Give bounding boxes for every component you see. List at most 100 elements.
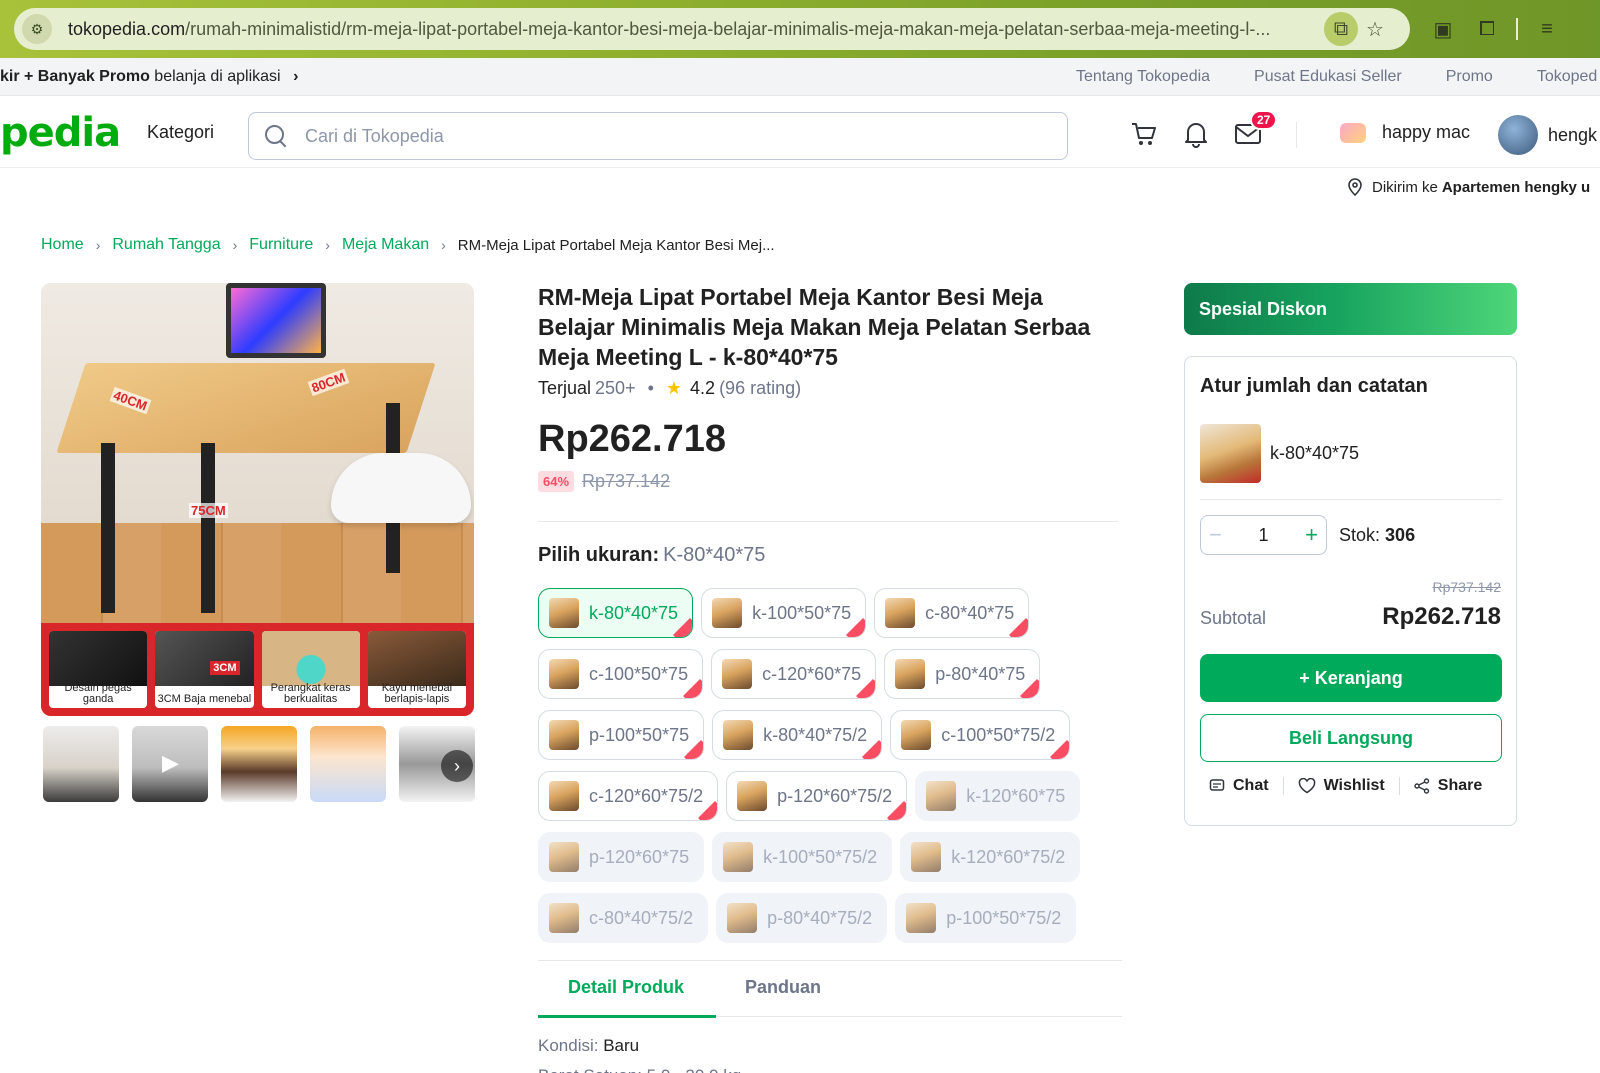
variant-label: p-100*50*75 [589,724,690,745]
address-bar[interactable]: ⚙ tokopedia.com/rumah-minimalistid/rm-me… [14,8,1410,50]
variant-picker-label: Pilih ukuran: K-80*40*75 [538,544,765,567]
puzzle-extensions-icon[interactable]: ⧠ [1472,18,1502,41]
cart-icon[interactable] [1128,118,1160,150]
breadcrumb-meja-makan[interactable]: Meja Makan [342,236,429,254]
browser-toolbar: ⚙ tokopedia.com/rumah-minimalistid/rm-me… [0,0,1600,58]
rating-count[interactable]: (96 rating) [719,378,801,399]
variant-thumbnail [737,781,768,811]
variant-chip[interactable]: c-100*50*75 [538,649,704,699]
variant-chip: p-80*40*75/2 [716,893,888,943]
card-title: Atur jumlah dan catatan [1200,375,1428,397]
reading-list-icon[interactable]: ≡ [1532,18,1562,41]
chevron-right-icon: › [293,68,299,85]
variant-thumbnail [712,598,743,628]
variant-label: c-120*60*75 [762,663,862,684]
site-settings-icon[interactable]: ⚙ [22,14,52,44]
breadcrumb-home[interactable]: Home [41,236,84,254]
top-promo-bar: kir + Banyak Promo belanja di aplikasi ›… [0,58,1600,96]
product-tabs: Detail Produk Panduan [538,963,1122,1018]
toplink-promo[interactable]: Promo [1446,68,1493,86]
install-app-icon[interactable]: ⧉ [1324,12,1358,46]
variant-chip[interactable]: k-80*40*75/2 [712,710,883,760]
search-input[interactable]: Cari di Tokopedia [248,112,1068,160]
breadcrumb-current: RM-Meja Lipat Portabel Meja Kantor Besi … [457,236,775,254]
action-separator [1398,777,1400,795]
variant-chip[interactable]: k-100*50*75 [701,588,867,638]
feature-card: 3CM 3CM Baja menebal [155,631,254,708]
variant-chip[interactable]: c-120*60*75/2 [538,771,719,821]
chevron-right-icon[interactable]: › [441,750,473,782]
pick-selected: K-80*40*75 [663,544,766,566]
tab-panduan[interactable]: Panduan [745,977,821,998]
variant-chip[interactable]: p-80*40*75 [884,649,1041,699]
variant-chip[interactable]: p-120*60*75/2 [726,771,908,821]
app-promo-link[interactable]: kir + Banyak Promo belanja di aplikasi › [0,68,298,86]
search-placeholder: Cari di Tokopedia [305,125,444,146]
star-icon: ★ [665,378,683,398]
breadcrumb-rumah-tangga[interactable]: Rumah Tangga [112,236,220,254]
card-original-price: Rp737.142 [1432,579,1501,595]
product-title: RM-Meja Lipat Portabel Meja Kantor Besi … [538,284,1091,370]
variant-thumbnail [727,903,758,933]
chat-button[interactable]: Chat [1209,777,1269,795]
inbox-mail-icon[interactable]: 27 [1232,110,1278,150]
notification-bell-icon[interactable] [1180,118,1212,150]
thumbnail[interactable] [43,726,119,802]
thumbnail[interactable] [221,726,297,802]
site-header: pedia Kategori Cari di Tokopedia 27 happ… [0,96,1600,168]
toolbar-separator [1516,18,1518,40]
url-text[interactable]: tokopedia.com/rumah-minimalistid/rm-meja… [68,19,1318,40]
variant-chip[interactable]: c-120*60*75 [711,649,877,699]
product-main-image[interactable]: 40CM 80CM 75CM Desain pegas ganda 3CM 3C… [41,283,474,716]
toplink-tentang[interactable]: Tentang Tokopedia [1076,68,1210,86]
variant-chip: k-100*50*75/2 [712,832,893,882]
minus-icon[interactable]: − [1209,522,1222,548]
variant-chip[interactable]: c-80*40*75 [874,588,1030,638]
breadcrumb-furniture[interactable]: Furniture [249,236,313,254]
variant-thumbnail [549,842,579,872]
variant-label: c-80*40*75 [925,602,1015,623]
extension-icon[interactable]: ▣ [1428,17,1458,42]
variant-chip: c-80*40*75/2 [538,893,709,943]
card-variant-label: k-80*40*75 [1270,443,1360,463]
feature-image [367,631,466,686]
user-menu[interactable]: hengk [1498,115,1597,155]
toplink-tokopedia[interactable]: Tokoped [1537,68,1598,86]
variant-chip[interactable]: k-80*40*75 [538,588,694,638]
chat-icon [1209,779,1225,791]
pick-label: Pilih ukuran: [538,544,660,566]
variant-thumbnail [549,598,579,628]
image-desk-leg [101,443,115,613]
variant-label: k-120*60*75 [966,785,1066,806]
quantity-stepper[interactable]: − 1 + [1200,515,1327,555]
variant-thumbnail [885,598,916,628]
toplink-edukasi[interactable]: Pusat Edukasi Seller [1254,68,1402,86]
variant-label: k-120*60*75/2 [951,846,1066,867]
variant-chip[interactable]: c-100*50*75/2 [890,710,1071,760]
plus-icon[interactable]: + [1305,522,1318,548]
chevron-right-icon: › [325,237,330,253]
buy-now-button[interactable]: Beli Langsung [1200,714,1502,762]
tab-detail-produk[interactable]: Detail Produk [568,977,684,998]
delivery-address[interactable]: Dikirim ke Apartemen hengky u [1348,178,1590,196]
variant-chip[interactable]: p-100*50*75 [538,710,705,760]
play-icon: ▶ [162,750,179,775]
shop-name: happy mac [1382,122,1471,142]
thumbnail-video[interactable]: ▶ [132,726,208,802]
purchase-card: Atur jumlah dan catatan k-80*40*75 − 1 +… [1184,356,1517,826]
variant-chip: k-120*60*75 [915,771,1081,821]
image-laptop [226,283,326,358]
add-to-cart-button[interactable]: + Keranjang [1200,654,1502,702]
quantity-value[interactable]: 1 [1258,525,1268,546]
chevron-right-icon: › [232,237,238,253]
chevron-right-icon: › [441,237,446,253]
user-name: hengk [1548,124,1598,145]
share-button[interactable]: Share [1414,777,1482,795]
shop-link[interactable]: happy mac [1340,122,1470,143]
thumbnail[interactable] [310,726,386,802]
kategori-menu[interactable]: Kategori [147,122,214,143]
tokopedia-logo[interactable]: pedia [0,110,121,156]
action-separator [1282,777,1284,795]
wishlist-button[interactable]: Wishlist [1298,777,1385,795]
bookmark-star-icon[interactable]: ☆ [1358,12,1392,46]
